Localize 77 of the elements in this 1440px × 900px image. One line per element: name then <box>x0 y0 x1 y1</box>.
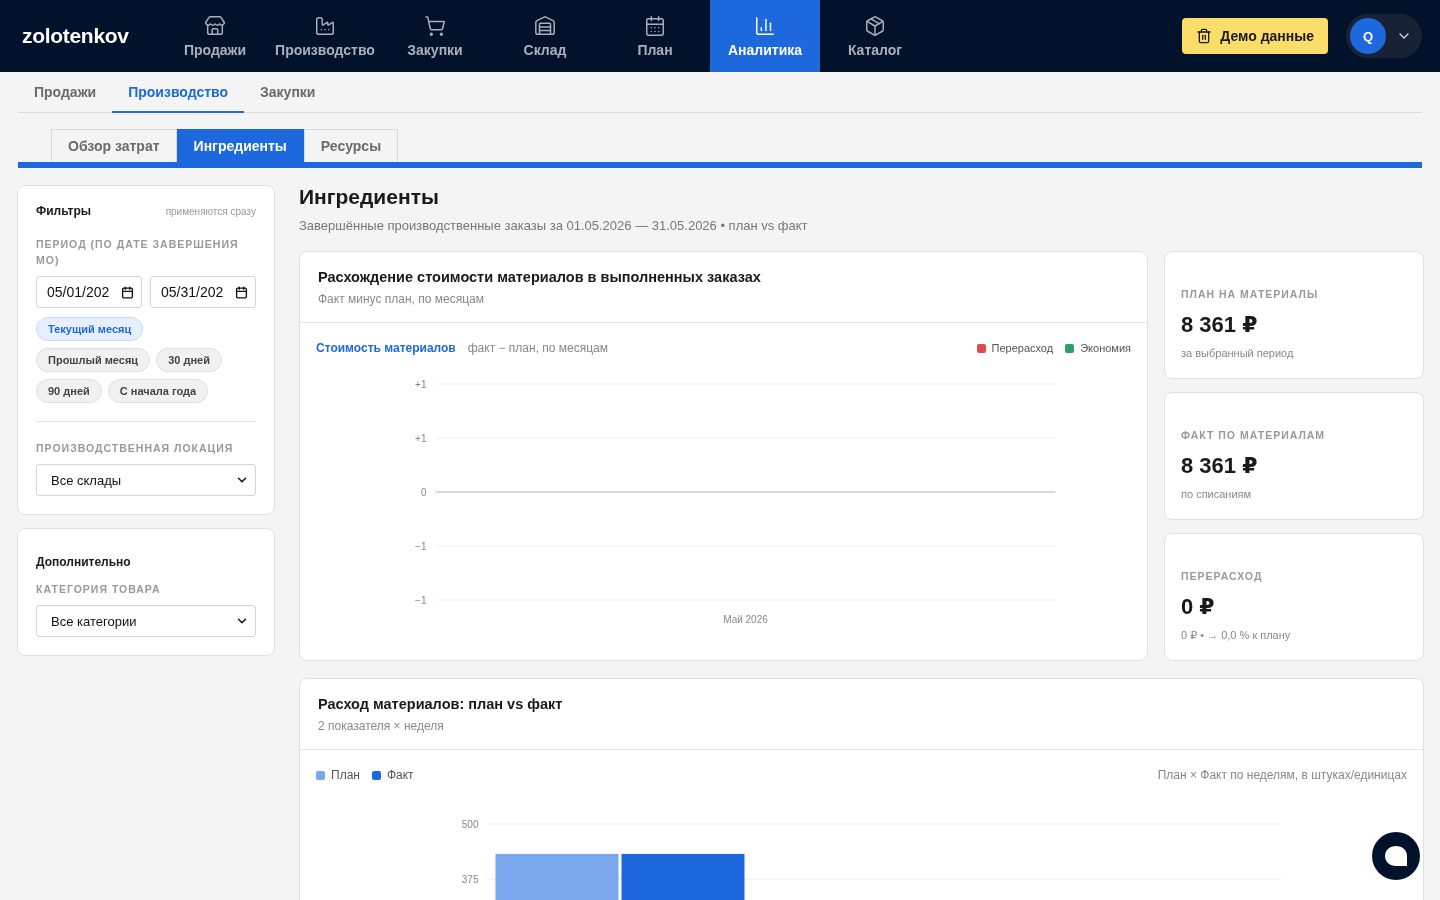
section-tab[interactable]: Продажи <box>18 72 113 113</box>
calendar-icon <box>644 14 666 37</box>
card-title: Расход материалов: план vs факт <box>318 696 564 712</box>
nav-item[interactable]: Закупки <box>380 0 490 72</box>
kpi-value: 8 361 ₽ <box>1181 312 1259 338</box>
legend-item: Экономия <box>1065 342 1131 354</box>
kpi-note: за выбранный период <box>1181 347 1295 359</box>
axis-tick-label: 500 <box>461 819 479 830</box>
view-tab[interactable]: Ресурсы <box>303 129 399 162</box>
legend-item: Факт <box>371 768 414 782</box>
preset-chip[interactable]: 30 дней <box>156 348 222 372</box>
kpi-note: по списаниям <box>1181 488 1253 500</box>
calendar-icon <box>121 286 134 299</box>
view-tab[interactable]: Ингредиенты <box>176 129 304 162</box>
preset-chip[interactable]: С начала года <box>107 379 209 403</box>
demo-data-button[interactable]: Демо данные <box>1182 18 1328 54</box>
nav-item[interactable]: Производство <box>270 0 380 72</box>
legend-swatch <box>1065 343 1075 353</box>
legend-swatch <box>976 343 986 353</box>
cart-icon <box>424 14 446 37</box>
kpi-value: 8 361 ₽ <box>1181 453 1259 479</box>
kpi-label: ПЕРЕРАСХОД <box>1181 569 1264 584</box>
preset-chip[interactable]: Прошлый месяц <box>36 348 151 372</box>
date-field[interactable]: 05/31/202 <box>150 276 256 308</box>
chart-note: факт − план, по месяцам <box>467 341 609 355</box>
preset-chip[interactable]: 90 дней <box>36 379 102 403</box>
kpi-label: ПЛАН НА МАТЕРИАЛЫ <box>1181 287 1320 302</box>
view-tab[interactable]: Обзор затрат <box>51 129 177 162</box>
trash-icon <box>1196 28 1213 44</box>
legend-swatch <box>316 770 325 780</box>
calendar-icon <box>235 286 248 299</box>
legend-swatch <box>371 770 381 780</box>
chart-title-link[interactable]: Стоимость материалов <box>316 341 456 355</box>
chart-note: План × Факт по неделям, в штуках/единицах <box>1157 768 1407 782</box>
card-title: Расхождение стоимости материалов в выполненных заказах <box>318 269 762 285</box>
factory-icon <box>314 14 336 37</box>
hint-text: применяются сразу <box>165 205 256 217</box>
axis-tick-label: Май 2026 <box>723 614 768 625</box>
user-avatar: Q <box>1350 18 1386 54</box>
panel-title: Фильтры <box>36 204 92 218</box>
page-title: Ингредиенты <box>299 185 440 209</box>
kpi-label: ФАКТ ПО МАТЕРИАЛАМ <box>1181 428 1327 443</box>
legend-item: Перерасход <box>976 342 1054 354</box>
nav-item[interactable]: Каталог <box>820 0 930 72</box>
date-field[interactable]: 05/01/202 <box>36 276 142 308</box>
panel-title: Дополнительно <box>36 555 132 569</box>
store-icon <box>204 14 226 37</box>
location-select[interactable]: Все склады <box>36 464 256 496</box>
category-select[interactable]: Все категории <box>36 605 256 637</box>
field-label: ПРОИЗВОДСТВЕННАЯ ЛОКАЦИЯ <box>36 441 235 456</box>
kpi-note: 0 ₽ • → 0,0 % к плану <box>1181 629 1292 642</box>
field-label: КАТЕГОРИЯ ТОВАРА <box>36 582 162 597</box>
axis-tick-label: −1 <box>415 595 427 606</box>
nav-item[interactable]: Аналитика <box>710 0 820 72</box>
axis-tick-label: 375 <box>461 874 479 885</box>
axis-tick-label: +1 <box>415 379 427 390</box>
field-label: ПЕРИОД (ПО ДАТЕ ЗАВЕРШЕНИЯ МО) <box>36 237 240 268</box>
card-subtitle: Факт минус план, по месяцам <box>318 292 485 306</box>
legend-item: План <box>316 768 360 782</box>
warehouse-icon <box>534 14 556 37</box>
nav-item[interactable]: Продажи <box>160 0 270 72</box>
brand-logo[interactable]: zolotenkov <box>22 0 160 72</box>
user-menu-button[interactable]: Q <box>1346 14 1422 58</box>
axis-tick-label: −1 <box>415 541 427 552</box>
nav-item[interactable]: План <box>600 0 710 72</box>
section-tab[interactable]: Производство <box>112 72 245 113</box>
box-icon <box>864 14 886 37</box>
kpi-value: 0 ₽ <box>1181 594 1216 620</box>
section-tab[interactable]: Закупки <box>244 72 332 113</box>
axis-tick-label: 0 <box>420 487 427 498</box>
preset-chip[interactable]: Текущий месяц <box>36 317 144 341</box>
card-subtitle: 2 показателя × неделя <box>318 719 445 733</box>
nav-item[interactable]: Склад <box>490 0 600 72</box>
axis-tick-label: +1 <box>415 433 427 444</box>
chat-bubble-icon <box>1384 845 1408 867</box>
bar-chart-icon <box>754 14 776 37</box>
page-subtitle: Завершённые производственные заказы за 01.05.2026 — 31.05.2026 • план vs факт <box>299 218 809 233</box>
